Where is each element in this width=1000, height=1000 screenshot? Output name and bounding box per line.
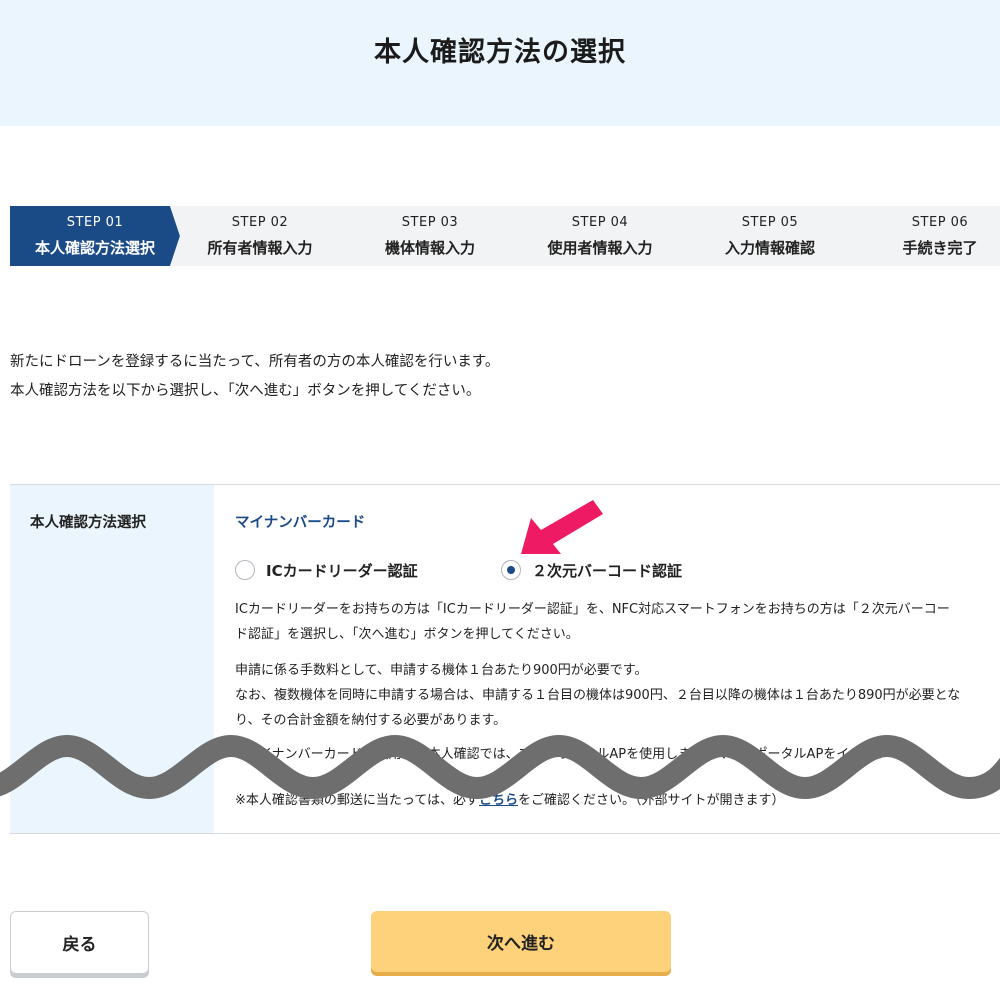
step-03: STEP 03 機体情報入力 (340, 206, 520, 266)
radio-label: ２次元バーコード認証 (532, 561, 683, 580)
description-line: ド認証」を選択し、「次へ進む」ボタンを押してください。 (235, 627, 579, 642)
step-label: 本人確認方法選択 (34, 239, 155, 257)
form-label: 本人確認方法選択 (30, 515, 146, 531)
step-02: STEP 02 所有者情報入力 (170, 206, 350, 266)
step-04: STEP 04 使用者情報入力 (510, 206, 690, 266)
radio-label: ICカードリーダー認証 (266, 561, 418, 580)
radio-circle-selected[interactable] (501, 560, 521, 580)
intro-line: 新たにドローンを登録するに当たって、所有者の方の本人確認を行います。 (10, 354, 500, 370)
pointer-arrow-icon (521, 500, 603, 554)
page-header: 本人確認方法の選択 (0, 0, 1000, 126)
step-number: STEP 03 (401, 215, 459, 230)
step-number: STEP 04 (571, 215, 629, 230)
step-number: STEP 02 (231, 215, 289, 230)
description-line: 申請に係る手数料として、申請する機体１台あたり900円が必要です。 (235, 663, 648, 678)
description-line: ICカードリーダーをお持ちの方は「ICカードリーダー認証」を、NFC対応スマート… (235, 602, 950, 617)
step-number: STEP 06 (911, 215, 969, 230)
step-label: 使用者情報入力 (547, 239, 653, 257)
step-label: 所有者情報入力 (207, 239, 313, 257)
page-break-wave (0, 734, 1000, 800)
card-title: マイナンバーカード (235, 515, 366, 531)
intro-text: 新たにドローンを登録するに当たって、所有者の方の本人確認を行います。 本人確認方… (10, 348, 499, 406)
step-number: STEP 05 (741, 215, 799, 230)
radio-2d-barcode[interactable]: ２次元バーコード認証 (501, 559, 682, 581)
intro-line: 本人確認方法を以下から選択し、「次へ進む」ボタンを押してください。 (10, 383, 481, 399)
next-button[interactable]: 次へ進む (371, 911, 671, 972)
back-button[interactable]: 戻る (10, 911, 149, 974)
step-01: STEP 01 本人確認方法選択 (10, 206, 180, 266)
step-05: STEP 05 入力情報確認 (680, 206, 860, 266)
radio-circle[interactable] (235, 560, 255, 580)
page-title: 本人確認方法の選択 (374, 37, 626, 68)
description-line: なお、複数機体を同時に申請する場合は、申請する１台目の機体は900円、２台目以降… (235, 688, 961, 703)
step-label: 機体情報入力 (384, 239, 475, 257)
progress-steps: STEP 01 本人確認方法選択 STEP 02 所有者情報入力 STEP 03… (10, 206, 1000, 266)
step-number: STEP 01 (66, 215, 124, 230)
radio-ic-card-reader[interactable]: ICカードリーダー認証 (235, 559, 418, 581)
step-06: STEP 06 手続き完了 (850, 206, 1000, 266)
description-block-1: ICカードリーダーをお持ちの方は「ICカードリーダー認証」を、NFC対応スマート… (235, 597, 950, 647)
step-label: 入力情報確認 (724, 239, 815, 257)
step-label: 手続き完了 (902, 239, 978, 257)
